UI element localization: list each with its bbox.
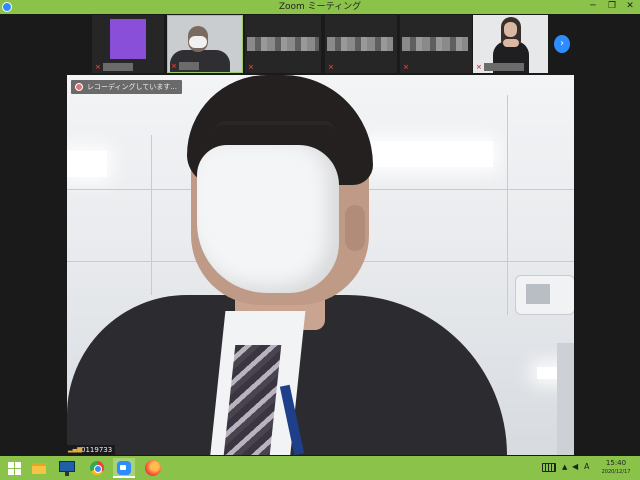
blurred-name-placeholder	[402, 37, 468, 51]
blurred-name-placeholder	[247, 37, 319, 51]
start-logo-tile	[15, 462, 21, 468]
participant-thumbnail[interactable]: ⨯	[473, 15, 548, 73]
system-clock[interactable]: 15:40 2020/12/17	[597, 458, 635, 476]
ceiling-light	[67, 151, 107, 177]
monitor-screen	[59, 461, 75, 472]
speaker-name: 0119733	[81, 446, 113, 454]
monitor-stand	[65, 472, 69, 476]
blurred-name-placeholder	[327, 37, 393, 51]
mic-muted-icon: ⨯	[171, 62, 177, 70]
tray-overflow-icon[interactable]: ▲	[562, 463, 567, 471]
participant-thumbnail[interactable]: ⨯	[245, 15, 321, 73]
participant-video-mask	[189, 36, 207, 48]
projector-lens	[526, 284, 550, 304]
participant-thumbnail[interactable]: ⨯	[92, 15, 164, 73]
mic-muted-icon: ⨯	[403, 63, 409, 71]
speaker-ear	[345, 205, 365, 251]
minimize-button[interactable]: ─	[583, 0, 603, 14]
window-title: Zoom ミーティング	[278, 2, 362, 12]
avatar	[110, 19, 146, 59]
start-logo-tile	[8, 462, 14, 468]
participant-name	[484, 63, 524, 71]
next-page-icon[interactable]: ›	[554, 35, 570, 53]
recording-label: レコーディングしています...	[87, 83, 177, 91]
speaker-face-mask	[197, 145, 339, 293]
zoom-taskbar-icon[interactable]	[113, 458, 135, 478]
maximize-button[interactable]: ❐	[602, 0, 622, 14]
file-explorer-icon[interactable]	[28, 458, 50, 478]
wall-section	[557, 343, 574, 455]
speaker-name-tag: ▂▄▆ 0119733	[67, 445, 116, 455]
this-pc-icon[interactable]	[56, 458, 78, 478]
participant-name	[103, 63, 133, 71]
firefox-logo	[145, 460, 161, 476]
folder-shape	[32, 463, 46, 474]
taskbar: ▲ ◀ A 15:40 2020/12/17	[0, 456, 640, 480]
chrome-logo	[90, 461, 104, 475]
touch-keyboard-icon[interactable]	[542, 463, 556, 472]
mic-muted-icon: ⨯	[248, 63, 254, 71]
close-button[interactable]: ✕	[620, 0, 640, 14]
participant-thumbnail[interactable]: ⨯	[167, 15, 243, 73]
clock-date: 2020/12/17	[601, 469, 631, 475]
windows-start-icon[interactable]	[4, 458, 26, 478]
participant-thumbnail[interactable]: ⨯	[400, 15, 472, 73]
signal-strength-icon: ▂▄▆	[68, 446, 82, 453]
ceiling-projector	[515, 275, 574, 315]
meeting-window: ⨯ ⨯ ⨯ ⨯ ⨯ ⨯ › レコーディングしています... ▂▄▆ 011973…	[0, 14, 640, 456]
mic-muted-icon: ⨯	[328, 63, 334, 71]
ceiling-grid	[151, 135, 152, 295]
clock-time: 15:40	[605, 459, 627, 467]
mic-muted-icon: ⨯	[95, 63, 101, 71]
recording-icon	[75, 83, 83, 91]
mic-muted-icon: ⨯	[476, 63, 482, 71]
zoom-logo	[117, 461, 131, 475]
active-speaker-video: レコーディングしています... ▂▄▆ 0119733	[67, 75, 574, 455]
participant-video-hands	[503, 39, 519, 47]
start-logo-tile	[8, 469, 14, 475]
ceiling-grid	[507, 95, 508, 315]
speaker-icon[interactable]: ◀	[572, 462, 578, 471]
start-logo-tile	[15, 469, 21, 475]
participant-name	[179, 62, 199, 70]
participant-video-face	[504, 22, 517, 37]
recording-indicator[interactable]: レコーディングしています...	[71, 80, 182, 94]
ceiling-light	[367, 141, 493, 167]
speaker-eyebrows	[215, 121, 335, 131]
title-bar: Zoom ミーティング ─ ❐ ✕	[0, 0, 640, 14]
ime-indicator[interactable]: A	[584, 462, 589, 471]
chrome-icon[interactable]	[86, 458, 108, 478]
firefox-icon[interactable]	[142, 458, 164, 478]
participant-thumbnail[interactable]: ⨯	[325, 15, 397, 73]
